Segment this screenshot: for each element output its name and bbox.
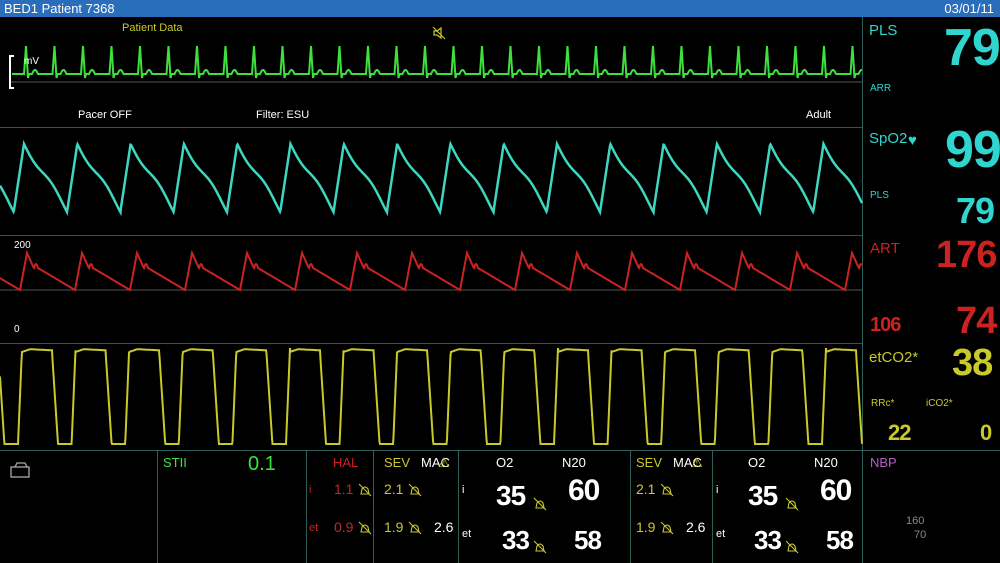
etco2-label: etCO2*: [869, 349, 919, 366]
divider: [458, 451, 459, 563]
gas2-o2-label: O2: [748, 455, 766, 470]
printer-icon[interactable]: [8, 462, 34, 480]
sev2-et-value: 1.9: [636, 519, 656, 535]
stii-value: 0.1: [248, 453, 276, 475]
ecg-waveform: [12, 45, 863, 79]
nbp-systolic: 160: [906, 515, 925, 527]
heart-icon: ♥: [908, 132, 917, 149]
alarm-muted-icon: [408, 521, 422, 535]
warning-icon: ⚠: [438, 455, 450, 470]
ecg-scale-bracket: [9, 55, 14, 89]
gas2-i-label: i: [716, 484, 719, 496]
alarm-muted-icon: [358, 483, 372, 497]
divider: [157, 451, 158, 563]
rrc-label: RRc*: [871, 398, 895, 409]
mac1-value: 2.6: [434, 519, 454, 535]
gas1-n2o-i: 60: [568, 474, 600, 507]
ecg-lead-label: Patient Data: [122, 22, 183, 34]
hal-label: HAL: [333, 455, 359, 470]
art-mean: 74: [956, 300, 997, 342]
art-scale-bottom: 0: [14, 324, 20, 335]
etco2-value: 38: [952, 342, 993, 384]
alarm-muted-icon: [785, 540, 799, 554]
nbp-label: NBP: [870, 455, 897, 470]
alarm-muted-icon[interactable]: [432, 26, 446, 40]
gas1-o2-et: 33: [502, 525, 530, 555]
alarm-muted-icon: [533, 497, 547, 511]
gas2-n2o-label: N20: [814, 455, 838, 470]
gas2-et-label: et: [716, 528, 726, 540]
rrc-value: 22: [888, 420, 912, 445]
alarm-muted-icon: [533, 540, 547, 554]
stii-label: STII: [163, 455, 187, 470]
art-systolic: 176: [936, 234, 997, 276]
ico2-label: iCO2*: [926, 398, 953, 409]
divider: [306, 451, 307, 563]
pleth-waveform: [0, 139, 864, 217]
sev1-et-value: 1.9: [384, 519, 404, 535]
pls-value: 79: [944, 19, 1000, 77]
spo2-pls-value: 79: [956, 190, 995, 231]
gas1-n2o-et: 58: [574, 525, 602, 555]
co2-waveform: [0, 347, 863, 445]
spo2-value: 99: [945, 121, 1000, 179]
sev1-i-value: 2.1: [384, 481, 404, 497]
gas1-i-label: i: [462, 484, 465, 496]
sev1-label: SEV: [384, 455, 411, 470]
sev2-label: SEV: [636, 455, 663, 470]
warning-icon: ⚠: [691, 455, 703, 470]
gas2-n2o-i: 60: [820, 474, 852, 507]
alarm-muted-icon: [660, 521, 674, 535]
alarm-muted-icon: [785, 497, 799, 511]
art-diastolic: 106: [870, 314, 901, 336]
hal-i-value: 1.1: [334, 481, 354, 497]
divider: [630, 451, 631, 563]
spo2-label: SpO2: [869, 130, 908, 147]
gas1-et-label: et: [462, 528, 472, 540]
spo2-pls-label: PLS: [870, 190, 889, 201]
divider: [712, 451, 713, 563]
hal-et-label: et: [309, 522, 319, 534]
sev2-i-value: 2.1: [636, 481, 656, 497]
hal-et-value: 0.9: [334, 519, 354, 535]
pls-label: PLS: [869, 22, 898, 39]
mac2-value: 2.6: [686, 519, 706, 535]
gas2-n2o-et: 58: [826, 525, 854, 555]
gas1-o2-label: O2: [496, 455, 514, 470]
gas2-o2-et: 33: [754, 525, 782, 555]
alarm-muted-icon: [408, 483, 422, 497]
ico2-value: 0: [980, 420, 992, 445]
nbp-diastolic: 70: [914, 529, 927, 541]
art-waveform: [0, 249, 863, 292]
hal-i-label: i: [309, 484, 312, 496]
arr-label: ARR: [870, 83, 892, 94]
patient-mode: Adult: [806, 109, 832, 121]
art-label: ART: [870, 240, 900, 257]
gas2-o2-i: 35: [748, 480, 778, 511]
art-scale-top: 200: [14, 240, 31, 251]
divider: [373, 451, 374, 563]
alarm-muted-icon: [660, 483, 674, 497]
filter-status: Filter: ESU: [256, 109, 310, 121]
gas1-n2o-label: N20: [562, 455, 586, 470]
ecg-unit: mV: [24, 56, 39, 67]
alarm-muted-icon: [358, 521, 372, 535]
pacer-status: Pacer OFF: [78, 109, 132, 121]
gas1-o2-i: 35: [496, 480, 526, 511]
